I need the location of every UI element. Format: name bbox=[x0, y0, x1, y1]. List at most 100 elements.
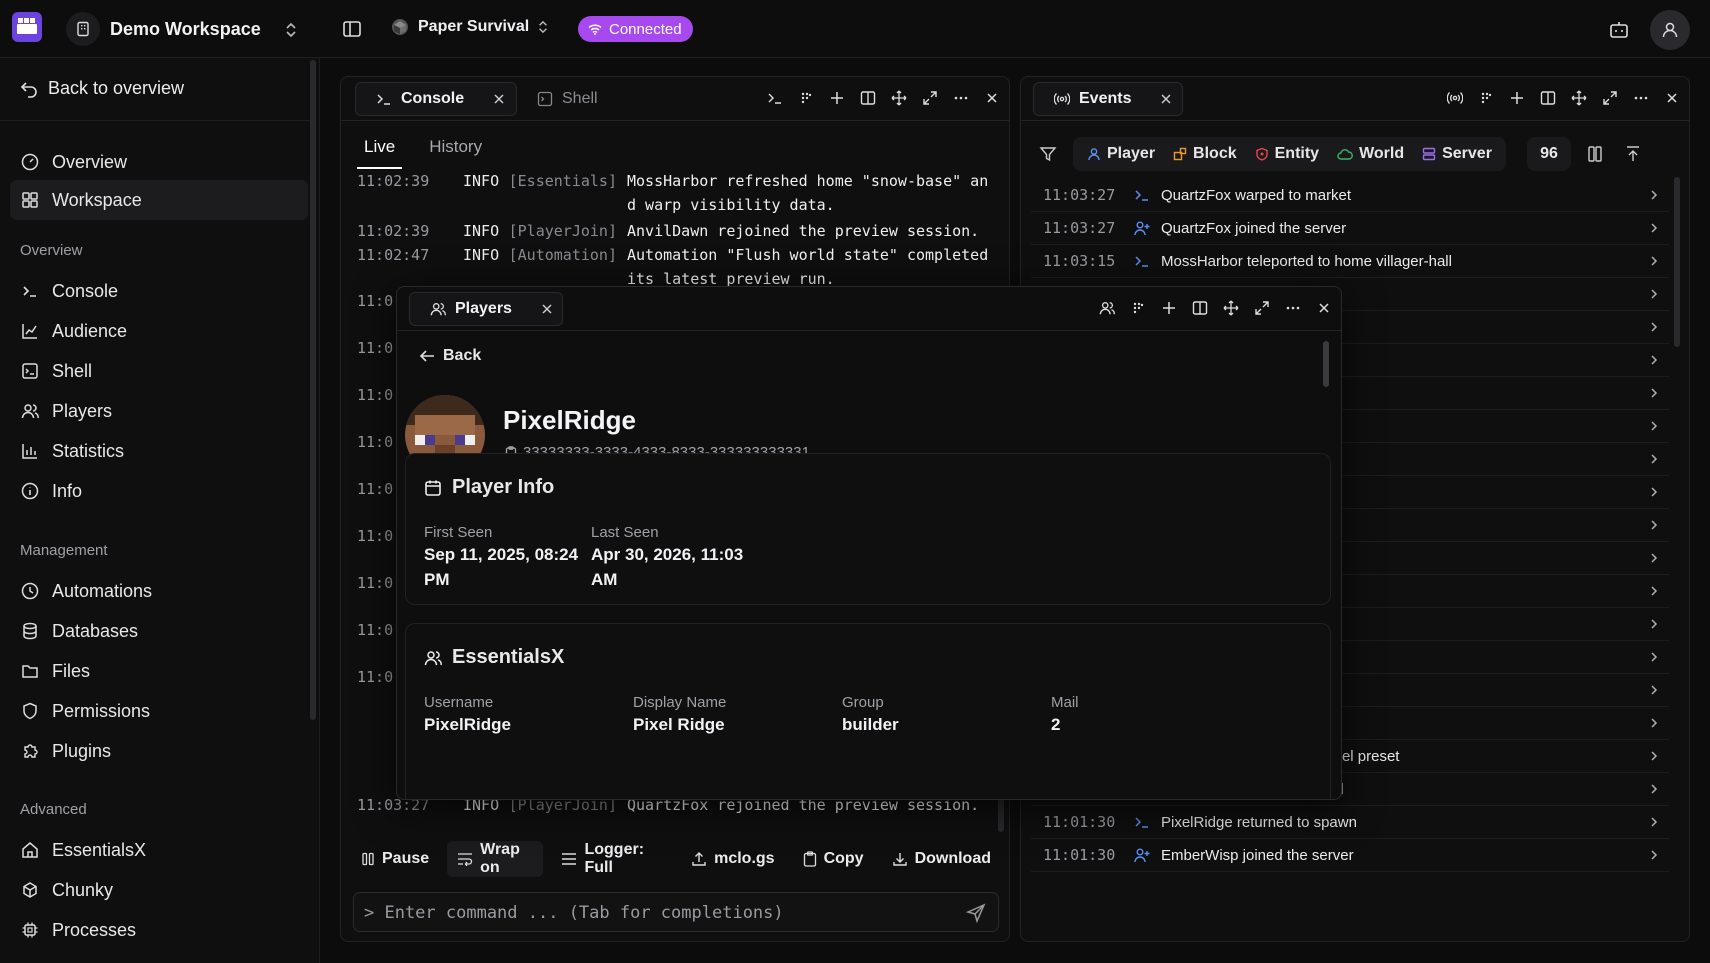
plus-icon[interactable] bbox=[1160, 297, 1178, 319]
chevron-right-icon bbox=[1649, 750, 1669, 762]
event-time: 11:03:15 bbox=[1043, 252, 1116, 270]
grip-icon[interactable] bbox=[797, 87, 815, 109]
bot-icon[interactable] bbox=[1608, 19, 1630, 41]
tab-live[interactable]: Live bbox=[357, 129, 403, 169]
split-view-icon[interactable] bbox=[859, 87, 877, 109]
close-icon[interactable] bbox=[983, 87, 1001, 109]
users-icon bbox=[430, 301, 446, 317]
log-line: 11:02:39 INFO [PlayerJoin] AnvilDawn rej… bbox=[357, 219, 997, 243]
app-logo[interactable] bbox=[12, 12, 42, 42]
move-icon[interactable] bbox=[1570, 87, 1588, 109]
maximize-icon[interactable] bbox=[921, 87, 939, 109]
log-message: Automation "Flush world state" completed… bbox=[627, 243, 997, 291]
cpu-icon bbox=[20, 921, 40, 939]
logger-level-button[interactable]: Logger: Full bbox=[551, 841, 673, 877]
sidebar-item-info[interactable]: Info bbox=[10, 471, 308, 511]
scroll-to-top-icon[interactable] bbox=[1625, 145, 1641, 163]
tab-events[interactable]: Events bbox=[1033, 82, 1183, 116]
sidebar-item-automations[interactable]: Automations bbox=[10, 571, 308, 611]
back-button[interactable]: Back bbox=[419, 347, 481, 365]
sidebar-item-plugins[interactable]: Plugins bbox=[10, 731, 308, 771]
filter-chip-server[interactable]: Server bbox=[1416, 145, 1498, 163]
sidebar-item-players[interactable]: Players bbox=[10, 391, 308, 431]
sidebar-item-essentialsx[interactable]: EssentialsX bbox=[10, 830, 308, 870]
maximize-icon[interactable] bbox=[1601, 87, 1619, 109]
sidebar-item-shell[interactable]: Shell bbox=[10, 351, 308, 391]
radio-icon[interactable] bbox=[1446, 87, 1464, 109]
event-row[interactable]: 11:01:30 PixelRidge returned to spawn bbox=[1031, 806, 1669, 839]
tab-console[interactable]: Console bbox=[355, 82, 517, 116]
server-selector[interactable]: Paper Survival bbox=[390, 17, 549, 37]
filter-chip-player[interactable]: Player bbox=[1081, 145, 1161, 163]
mclogs-label: mclo.gs bbox=[714, 850, 775, 867]
sidebar-item-permissions[interactable]: Permissions bbox=[10, 691, 308, 731]
close-icon[interactable] bbox=[1160, 93, 1172, 105]
connection-status-label: Connected bbox=[609, 20, 682, 38]
filter-icon[interactable] bbox=[1039, 145, 1057, 163]
players-panel-header: Players bbox=[397, 287, 1341, 331]
essentialsx-title-text: EssentialsX bbox=[452, 646, 565, 668]
event-row[interactable]: 11:03:27 QuartzFox warped to market bbox=[1031, 179, 1669, 212]
sidebar-item-statistics[interactable]: Statistics bbox=[10, 431, 308, 471]
event-row[interactable]: 11:01:30 EmberWisp joined the server bbox=[1031, 839, 1669, 872]
sidebar-toggle-icon[interactable] bbox=[342, 19, 362, 39]
event-row[interactable]: 11:03:27 QuartzFox joined the server bbox=[1031, 212, 1669, 245]
tab-shell[interactable]: Shell bbox=[517, 82, 610, 116]
players-scrollbar[interactable] bbox=[1323, 341, 1329, 387]
user-avatar[interactable] bbox=[1650, 10, 1690, 50]
workspace-switcher[interactable]: Demo Workspace bbox=[66, 12, 306, 46]
sidebar-item-processes[interactable]: Processes bbox=[10, 910, 308, 950]
log-time: 11:02:39 bbox=[357, 172, 430, 190]
players-panel-tools bbox=[1098, 297, 1333, 319]
sidebar-item-chunky[interactable]: Chunky bbox=[10, 870, 308, 910]
terminal-icon[interactable] bbox=[766, 87, 784, 109]
copy-button[interactable]: Copy bbox=[793, 841, 874, 877]
more-icon[interactable] bbox=[1284, 297, 1302, 319]
pause-button[interactable]: Pause bbox=[351, 841, 439, 877]
command-input[interactable] bbox=[364, 901, 944, 925]
close-icon[interactable] bbox=[1663, 87, 1681, 109]
split-view-icon[interactable] bbox=[1539, 87, 1557, 109]
close-icon[interactable] bbox=[493, 93, 505, 105]
close-icon[interactable] bbox=[541, 303, 553, 315]
more-icon[interactable] bbox=[952, 87, 970, 109]
chevron-right-icon bbox=[1649, 684, 1669, 696]
sidebar-item-files[interactable]: Files bbox=[10, 651, 308, 691]
plus-icon[interactable] bbox=[1508, 87, 1526, 109]
tab-history[interactable]: History bbox=[422, 129, 489, 169]
sidebar-item-databases[interactable]: Databases bbox=[10, 611, 308, 651]
log-message: MossHarbor refreshed home "snow-base" an… bbox=[627, 169, 997, 217]
wrap-toggle-button[interactable]: Wrap on bbox=[447, 841, 544, 877]
more-icon[interactable] bbox=[1632, 87, 1650, 109]
grip-icon[interactable] bbox=[1129, 297, 1147, 319]
filter-chip-block[interactable]: Block bbox=[1167, 145, 1243, 163]
log-message: AnvilDawn rejoined the preview session. bbox=[627, 222, 980, 240]
grip-icon[interactable] bbox=[1477, 87, 1495, 109]
mclogs-button[interactable]: mclo.gs bbox=[681, 841, 784, 877]
logger-label: Logger: Full bbox=[584, 841, 645, 876]
maximize-icon[interactable] bbox=[1253, 297, 1271, 319]
sidebar-item-overview[interactable]: Overview bbox=[10, 142, 308, 182]
close-icon[interactable] bbox=[1315, 297, 1333, 319]
send-icon[interactable] bbox=[966, 903, 986, 923]
event-row[interactable]: 11:03:15 MossHarbor teleported to home vi… bbox=[1031, 245, 1669, 278]
users-icon[interactable] bbox=[1098, 297, 1116, 319]
events-scrollbar[interactable] bbox=[1674, 177, 1680, 347]
display-name-label: Display Name bbox=[633, 694, 727, 711]
move-icon[interactable] bbox=[1222, 297, 1240, 319]
download-button[interactable]: Download bbox=[882, 841, 1001, 877]
back-to-overview-link[interactable]: Back to overview bbox=[20, 78, 184, 99]
split-view-icon[interactable] bbox=[1191, 297, 1209, 319]
columns-icon[interactable] bbox=[1587, 145, 1603, 163]
move-icon[interactable] bbox=[890, 87, 908, 109]
event-text: PixelRidge returned to spawn bbox=[1161, 813, 1357, 831]
plus-icon[interactable] bbox=[828, 87, 846, 109]
tab-label: Events bbox=[1079, 90, 1132, 107]
sidebar-item-audience[interactable]: Audience bbox=[10, 311, 308, 351]
filter-chip-world[interactable]: World bbox=[1331, 145, 1410, 163]
sidebar-scrollbar[interactable] bbox=[310, 60, 316, 720]
sidebar-item-workspace[interactable]: Workspace bbox=[10, 180, 308, 220]
filter-chip-entity[interactable]: Entity bbox=[1249, 145, 1325, 163]
sidebar-item-console[interactable]: Console bbox=[10, 271, 308, 311]
tab-players[interactable]: Players bbox=[409, 292, 563, 326]
